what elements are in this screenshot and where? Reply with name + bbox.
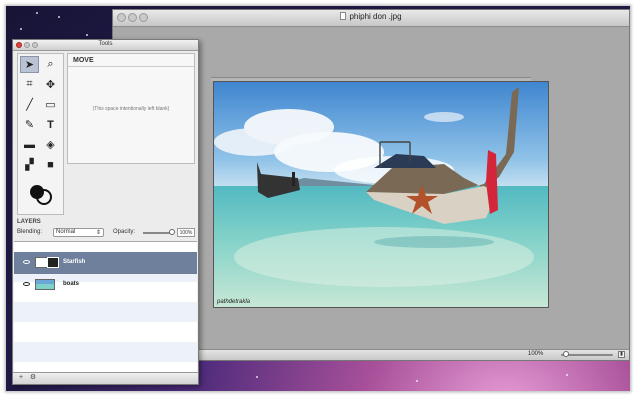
crop-icon[interactable]: ⌗ — [20, 76, 39, 93]
move-cross-icon[interactable]: ✥ — [41, 76, 60, 93]
blending-select[interactable]: Normal ⇕ — [53, 228, 104, 237]
layers-heading: LAYERS — [17, 219, 41, 225]
layer-row-boats[interactable]: boats — [14, 274, 197, 296]
zoom-level: 100% — [528, 351, 544, 357]
blending-label: Blending: — [17, 229, 43, 235]
gear-icon[interactable]: ⚙ — [28, 374, 38, 382]
layer-row-starfish[interactable]: Starfish — [14, 252, 197, 274]
opacity-label: Opacity: — [113, 229, 136, 235]
layer-mask-thumbnail — [47, 257, 59, 268]
layer-thumbnail — [35, 279, 55, 290]
tools-panel: Tools ➤ ⌕ ⌗ ✥ ╱ ▭ ✎ T ▬ ◈ ▞ ■ MOVE (This — [12, 39, 199, 385]
beach-photo — [214, 82, 548, 307]
brush-icon[interactable]: ╱ — [20, 96, 39, 113]
eye-icon[interactable] — [23, 282, 30, 286]
magnifier-icon[interactable]: ⌕ — [41, 56, 60, 73]
tools-titlebar[interactable]: Tools — [13, 40, 198, 51]
arrow-pointer-icon[interactable]: ➤ — [20, 56, 39, 73]
document-titlebar[interactable]: phiphi don .jpg — [113, 10, 629, 27]
eye-icon[interactable] — [23, 260, 30, 264]
opacity-slider-knob[interactable] — [169, 229, 175, 235]
document-title: phiphi don .jpg — [113, 12, 629, 21]
text-icon[interactable]: T — [41, 116, 60, 133]
layers-toolbar: + ⚙ — [13, 372, 198, 384]
eraser-icon[interactable]: ▬ — [20, 136, 39, 153]
opacity-field[interactable]: 100% — [177, 228, 195, 237]
layers-list: Starfish boats — [14, 241, 197, 375]
fit-view-icon[interactable]: ▮ — [618, 351, 625, 358]
zoom-slider-knob[interactable] — [563, 351, 569, 357]
add-layer-icon[interactable]: + — [16, 374, 26, 382]
tool-options-note: (This space intentionally left blank) — [92, 106, 170, 112]
tool-palette: ➤ ⌕ ⌗ ✥ ╱ ▭ ✎ T ▬ ◈ ▞ ■ — [17, 53, 64, 215]
image-canvas[interactable]: pathdetrakla — [213, 81, 549, 308]
file-icon — [340, 12, 347, 20]
gradient-icon[interactable]: ▞ — [20, 156, 39, 173]
color-swatch-icon[interactable] — [23, 179, 59, 209]
photo-watermark: pathdetrakla — [217, 299, 251, 305]
pen-icon[interactable]: ✎ — [20, 116, 39, 133]
shape-icon[interactable]: ■ — [41, 156, 60, 173]
paint-bucket-icon[interactable]: ◈ — [41, 136, 60, 153]
tools-panel-title: Tools — [98, 41, 113, 47]
select-arrows-icon: ⇕ — [95, 230, 101, 236]
layer-name: boats — [63, 281, 80, 287]
screenshot-frame: phiphi don .jpg pathdetrakla 100% ▮ Tool… — [5, 5, 631, 392]
tool-options-title: MOVE — [68, 54, 194, 67]
blend-row: Blending: Normal ⇕ Opacity: 100% — [17, 228, 195, 239]
tool-options-panel: MOVE (This space intentionally left blan… — [67, 53, 195, 164]
rect-select-icon[interactable]: ▭ — [41, 96, 60, 113]
layer-name: Starfish — [63, 259, 86, 265]
